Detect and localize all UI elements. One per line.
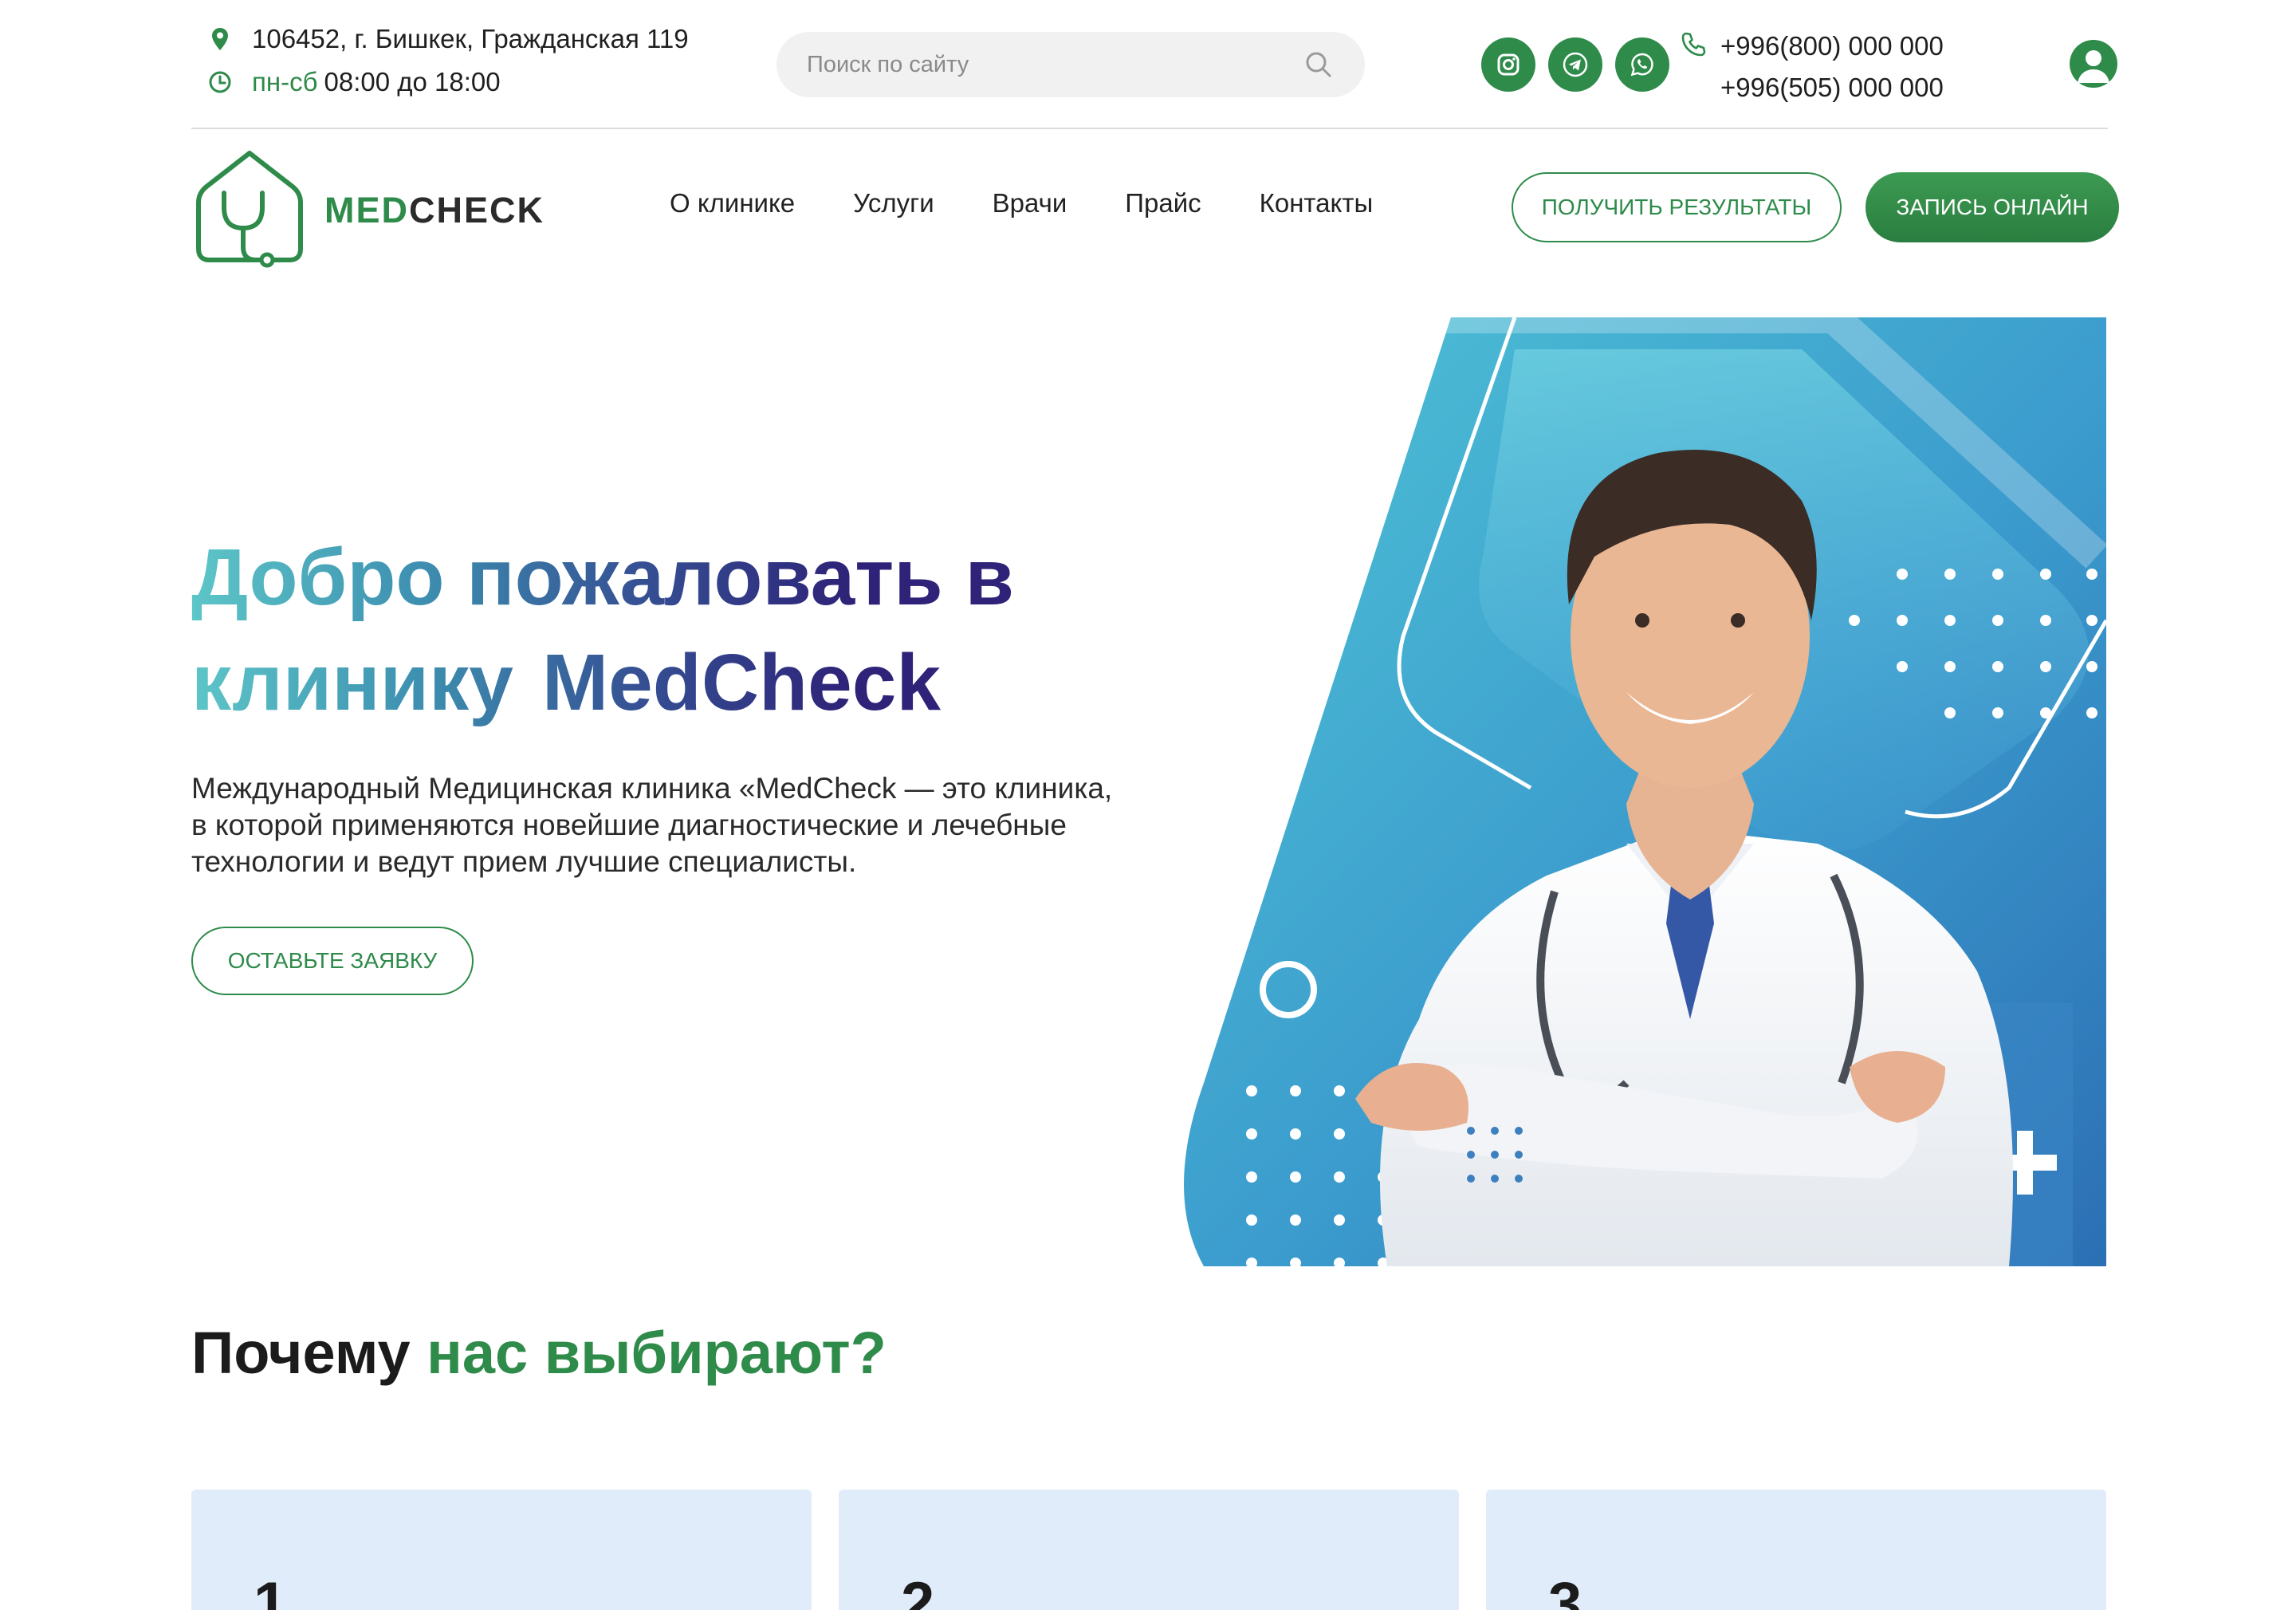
hero-title-line2: клинику MedCheck [191,630,1014,735]
hero-description: Международный Медицинская клиника «MedCh… [191,772,1113,878]
search-input[interactable] [807,51,1303,78]
nav-contacts[interactable]: Контакты [1260,188,1374,218]
hours-days: пн-сб [252,67,318,96]
clock-icon [206,68,234,96]
why-choose-us-title: Почему нас выбирают? [191,1317,887,1389]
user-account-icon[interactable] [2070,40,2117,88]
card-number: 2 [901,1570,935,1610]
hours-time: 08:00 до 18:00 [324,67,501,96]
advantage-card-1: 1 [191,1490,812,1610]
address-line: 106452, г. Бишкек, Гражданская 119 [206,24,689,54]
page: 106452, г. Бишкек, Гражданская 119 пн-сб… [0,0,2296,1610]
nav-about[interactable]: О клинике [670,188,795,218]
phone-icon [1677,29,1709,61]
logo-wordmark: MEDCHECK [324,190,545,231]
book-online-button[interactable]: ЗАПИСЬ ОНЛАЙН [1866,172,2119,242]
nav-doctors[interactable]: Врачи [993,188,1067,218]
hero-title: Добро пожаловать в клинику MedCheck [191,525,1014,735]
phone-number-1[interactable]: +996(800) 000 000 [1720,26,1944,67]
hero-doctor-image [1180,317,2106,1269]
logo-stethoscope-icon [194,148,305,272]
nav-services[interactable]: Услуги [853,188,934,218]
card-number: 1 [254,1570,288,1610]
why-title-part1: Почему [191,1320,411,1386]
hero-title-clinic: клинику [191,638,513,727]
advantage-card-3: 3 [1486,1490,2106,1610]
hours-line: пн-сб 08:00 до 18:00 [206,67,501,97]
get-results-button[interactable]: ПОЛУЧИТЬ РЕЗУЛЬТАТЫ [1512,172,1842,242]
phone-block: +996(800) 000 000 +996(505) 000 000 [1681,26,1944,108]
whatsapp-icon[interactable] [1615,37,1669,92]
phone-number-2[interactable]: +996(505) 000 000 [1720,67,1944,108]
hero-title-brand: MedCheck [541,638,941,727]
search-icon[interactable] [1303,49,1335,81]
top-info-bar: 106452, г. Бишкек, Гражданская 119 пн-сб… [191,0,2117,129]
address-text: 106452, г. Бишкек, Гражданская 119 [252,24,689,53]
logo-med: MED [324,189,409,230]
card-number: 3 [1548,1570,1582,1610]
search-box[interactable] [776,32,1365,97]
hero-title-line1: Добро пожаловать в [191,533,1014,622]
logo-check: CHECK [409,189,545,230]
nav-prices[interactable]: Прайс [1125,188,1201,218]
leave-request-button[interactable]: ОСТАВЬТЕ ЗАЯВКУ [191,927,474,995]
main-nav: О клинике Услуги Врачи Прайс Контакты [670,188,1431,218]
advantage-card-2: 2 [839,1490,1459,1610]
telegram-icon[interactable] [1548,37,1602,92]
instagram-icon[interactable] [1481,37,1535,92]
location-pin-icon [206,25,234,53]
why-title-part2: нас выбирают? [427,1320,887,1386]
site-logo[interactable]: MEDCHECK [194,148,545,272]
